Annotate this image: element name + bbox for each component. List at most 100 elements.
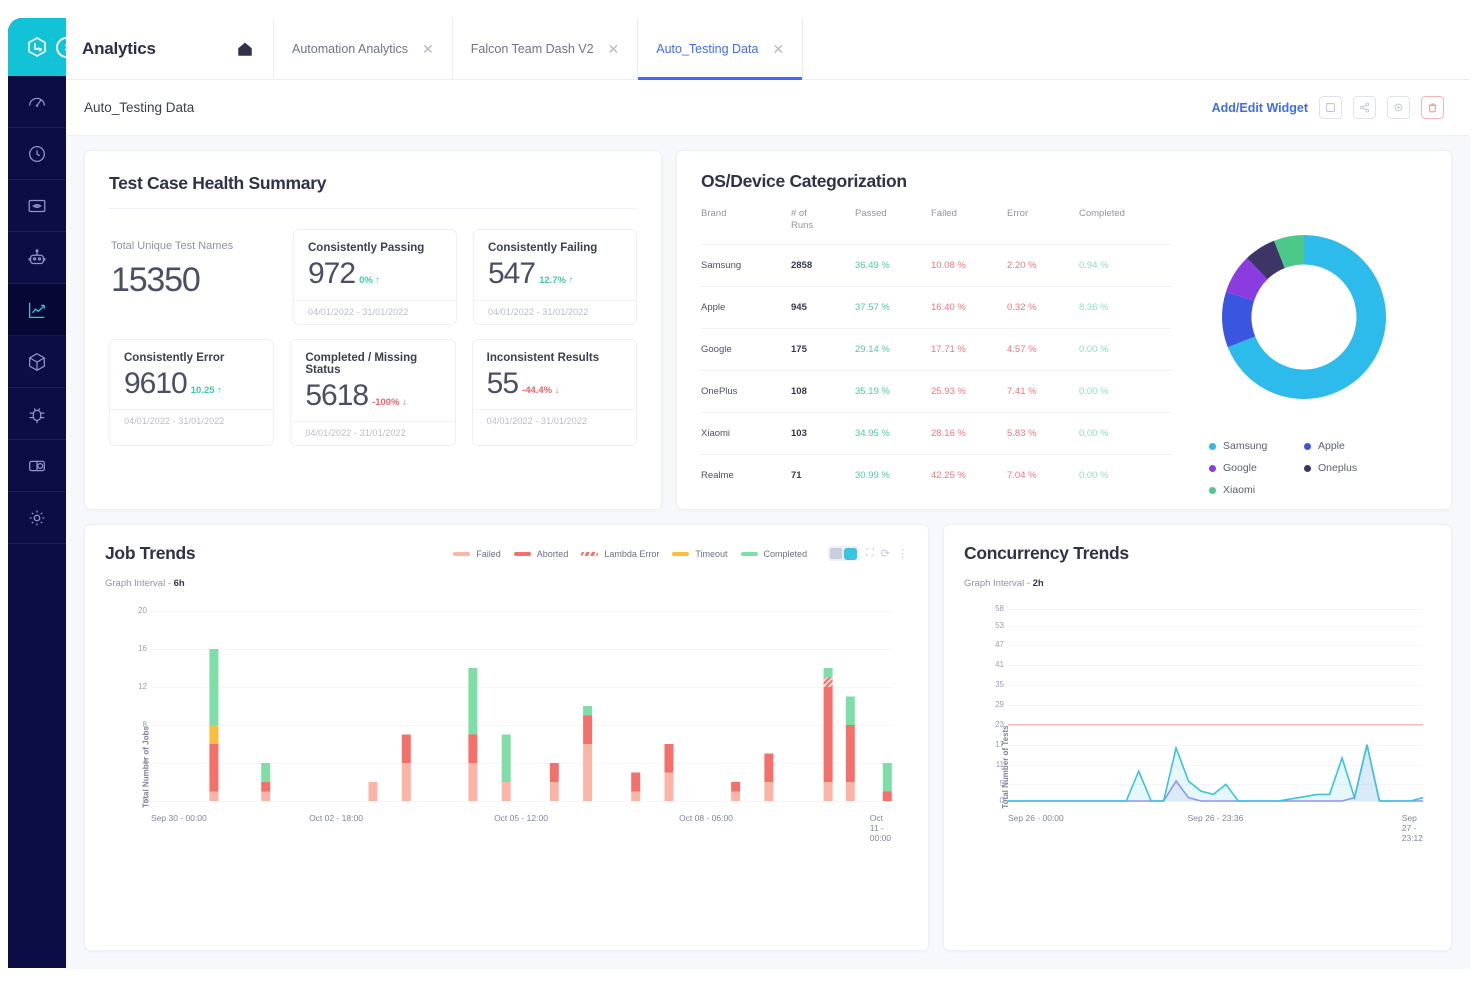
- close-icon[interactable]: ✕: [422, 42, 434, 56]
- y-axis-tick: 17: [995, 739, 1004, 749]
- legend-item-xiaomi[interactable]: Xiaomi: [1209, 484, 1304, 496]
- divider: [109, 208, 637, 209]
- delete-button[interactable]: [1421, 96, 1444, 119]
- bar-segment[interactable]: [368, 782, 378, 801]
- add-edit-widget-button[interactable]: Add/Edit Widget: [1212, 101, 1308, 115]
- bar-segment[interactable]: [583, 706, 593, 716]
- table-row[interactable]: Apple 945 37.57 % 16.40 % 0.32 % 8.36 %: [701, 285, 1171, 329]
- bar-segment[interactable]: [261, 791, 271, 802]
- job-trends-plot: Total Number of Jobs 0 4 8 12 16 20 Sep 30 - 0…: [105, 597, 908, 936]
- cell-brand: Google: [701, 327, 791, 371]
- bar-segment[interactable]: [583, 744, 593, 801]
- tile-date-range: 04/01/2022 - 31/01/2022: [294, 299, 456, 324]
- kebab-menu-icon[interactable]: ⋮: [897, 547, 908, 560]
- bar-segment[interactable]: [664, 772, 674, 802]
- tile-inconsistent-results[interactable]: Inconsistent Results 55 -44.4% ↓ 04/01/2…: [471, 338, 637, 446]
- tile-completed-missing-status[interactable]: Completed / Missing Status 5618 -100% ↓ …: [290, 338, 456, 446]
- y-axis-tick: 5: [999, 779, 1004, 789]
- refresh-icon[interactable]: ⟳: [881, 547, 890, 560]
- bar-segment[interactable]: [631, 772, 641, 792]
- bar-segment[interactable]: [209, 744, 219, 792]
- sidebar-item-compare[interactable]: [8, 440, 66, 492]
- bar-segment[interactable]: [583, 715, 593, 745]
- bar-segment[interactable]: [401, 763, 411, 801]
- legend-swatch: [1304, 442, 1311, 450]
- table-row[interactable]: Xiaomi 103 34.95 % 28.16 % 5.83 % 0.00 %: [701, 411, 1171, 455]
- sidebar-item-builds[interactable]: [8, 336, 66, 388]
- sidebar-item-automation[interactable]: [8, 232, 66, 284]
- bar-segment[interactable]: [823, 677, 833, 688]
- bar-segment[interactable]: [261, 763, 271, 782]
- tile-consistently-error[interactable]: Consistently Error 9610 10.25 ↑ 04/01/20…: [109, 338, 275, 446]
- close-icon[interactable]: ✕: [608, 42, 620, 56]
- tile-consistently-passing[interactable]: Consistently Passing 972 0% ↑ 04/01/2022…: [293, 229, 457, 325]
- chart-type-toggle[interactable]: [828, 546, 860, 561]
- bar-segment[interactable]: [823, 668, 833, 678]
- tile-row: Consistently Error 9610 10.25 ↑ 04/01/20…: [109, 338, 637, 446]
- tab-automation-analytics[interactable]: Automation Analytics ✕: [274, 18, 453, 79]
- bar-segment[interactable]: [401, 734, 411, 764]
- bar-segment[interactable]: [468, 734, 478, 764]
- legend-lambda-error[interactable]: Lambda Error: [581, 549, 659, 559]
- sidebar-item-screenshots[interactable]: [8, 180, 66, 232]
- bar-segment[interactable]: [731, 791, 741, 802]
- table-row[interactable]: OnePlus 108 35.19 % 25.93 % 7.41 % 0.00 %: [701, 369, 1171, 413]
- legend-completed[interactable]: Completed: [740, 549, 807, 559]
- bar-segment[interactable]: [764, 782, 774, 801]
- bar-segment[interactable]: [882, 763, 892, 792]
- home-button[interactable]: [216, 18, 274, 79]
- sidebar-item-dashboard[interactable]: [8, 76, 66, 128]
- bar-segment[interactable]: [501, 782, 511, 801]
- expand-icon[interactable]: ⛶: [866, 547, 874, 560]
- bar-segment[interactable]: [261, 782, 271, 792]
- bar-segment[interactable]: [209, 725, 219, 744]
- bar-segment[interactable]: [468, 668, 478, 735]
- table-row[interactable]: Samsung 2858 36.49 % 10.08 % 2.20 % 0.94 %: [701, 243, 1171, 287]
- total-value: 15350: [111, 260, 201, 299]
- bar-segment[interactable]: [209, 649, 219, 725]
- sidebar-item-settings[interactable]: [8, 492, 66, 544]
- bar-segment[interactable]: [823, 782, 833, 801]
- close-icon[interactable]: ✕: [772, 42, 784, 56]
- gear-icon: [29, 510, 45, 525]
- bar-segment[interactable]: [209, 791, 219, 802]
- sidebar-item-analytics[interactable]: [8, 284, 66, 336]
- share-button[interactable]: [1353, 96, 1376, 119]
- legend-aborted[interactable]: Aborted: [513, 549, 568, 559]
- legend-item-google[interactable]: Google: [1209, 462, 1304, 474]
- bar-segment[interactable]: [664, 744, 674, 773]
- bar-segment[interactable]: [631, 791, 641, 802]
- legend-timeout[interactable]: Timeout: [672, 549, 728, 559]
- layout-button[interactable]: [1319, 96, 1342, 119]
- legend-item-apple[interactable]: Apple: [1304, 440, 1399, 452]
- bar-segment[interactable]: [845, 696, 855, 726]
- tile-consistently-failing[interactable]: Consistently Failing 547 12.7% ↑ 04/01/2…: [473, 229, 637, 325]
- tab-falcon-team-dash-v2[interactable]: Falcon Team Dash V2 ✕: [453, 18, 639, 79]
- card-title: Job Trends: [105, 543, 196, 563]
- card-title: Concurrency Trends: [964, 543, 1129, 563]
- sidebar-item-issues[interactable]: [8, 388, 66, 440]
- bar-segment[interactable]: [549, 763, 559, 782]
- bar-segment[interactable]: [764, 753, 774, 783]
- tab-auto-testing-data[interactable]: Auto_Testing Data ✕: [638, 18, 804, 80]
- bar-segment[interactable]: [823, 687, 833, 782]
- bar-segment[interactable]: [731, 782, 741, 792]
- job-trends-controls: ⛶ ⟳ ⋮: [828, 546, 908, 561]
- table-row[interactable]: Google 175 29.14 % 17.71 % 4.57 % 0.00 %: [701, 327, 1171, 371]
- table-row[interactable]: Realme 71 30.99 % 42.25 % 7.04 % 0.00 %: [701, 453, 1171, 496]
- bar-segment[interactable]: [882, 791, 892, 802]
- bar-segment[interactable]: [501, 734, 511, 783]
- bar-segment[interactable]: [468, 763, 478, 801]
- legend-item-oneplus[interactable]: Oneplus: [1304, 462, 1399, 474]
- bar-segment[interactable]: [845, 782, 855, 801]
- y-axis-tick: 0: [142, 796, 147, 805]
- bar-segment[interactable]: [549, 782, 559, 801]
- sidebar-item-realtime[interactable]: [8, 128, 66, 180]
- legend-failed[interactable]: Failed: [453, 549, 501, 559]
- settings-button[interactable]: [1387, 96, 1410, 119]
- legend-item-samsung[interactable]: Samsung: [1209, 440, 1304, 452]
- tile-delta: 10.25 ↑: [190, 384, 222, 396]
- bar-segment[interactable]: [845, 725, 855, 782]
- app-logo[interactable]: [8, 18, 77, 76]
- job-trends-bars: [209, 649, 892, 802]
